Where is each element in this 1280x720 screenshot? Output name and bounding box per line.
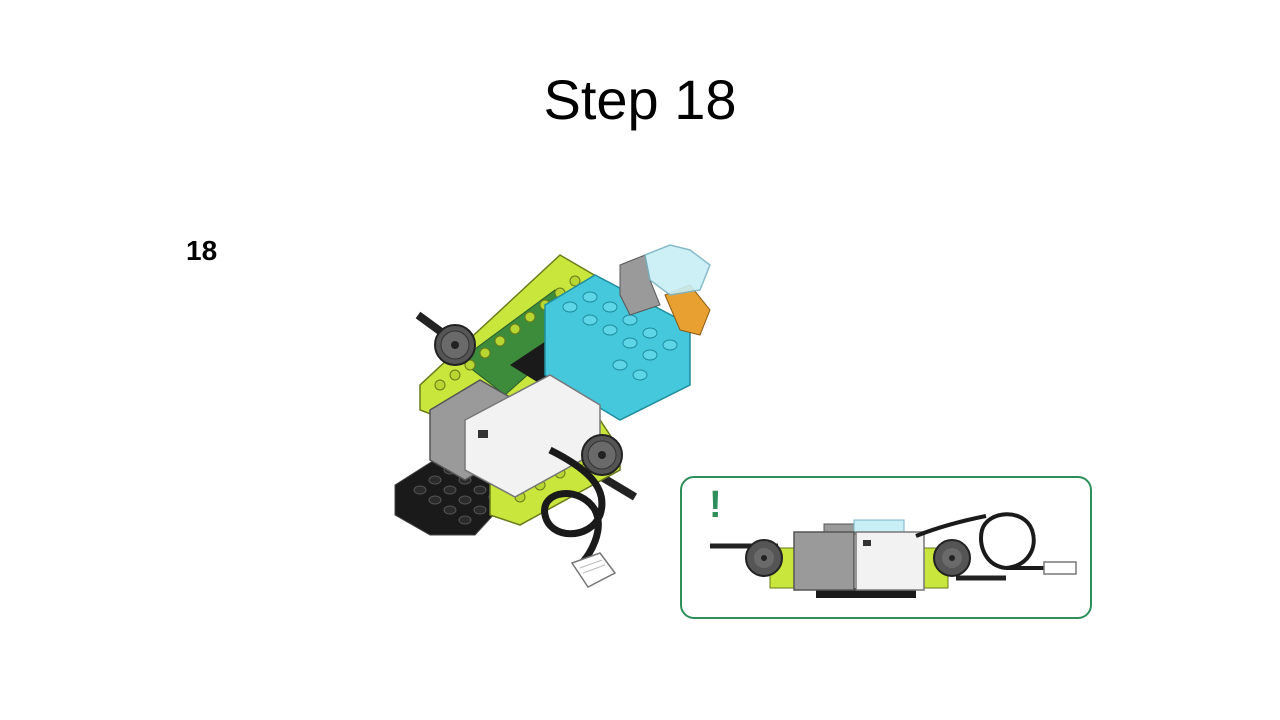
- callout-cable-connector: [1043, 561, 1077, 575]
- callout-motor-illustration: [710, 512, 1077, 598]
- callout-blue-top: [853, 519, 905, 533]
- cable-connector: [570, 552, 617, 588]
- callout-motor-body: [793, 531, 855, 591]
- step-number: 18: [186, 235, 218, 266]
- callout-gear-left: [745, 539, 783, 577]
- lego-model-illustration: [394, 244, 711, 588]
- transparent-piece: [644, 244, 711, 296]
- gear-right: [581, 434, 623, 476]
- gear-left: [434, 324, 476, 366]
- callout-box: !: [680, 476, 1092, 619]
- slide-title: Step 18: [543, 68, 737, 131]
- callout-gear-right: [933, 539, 971, 577]
